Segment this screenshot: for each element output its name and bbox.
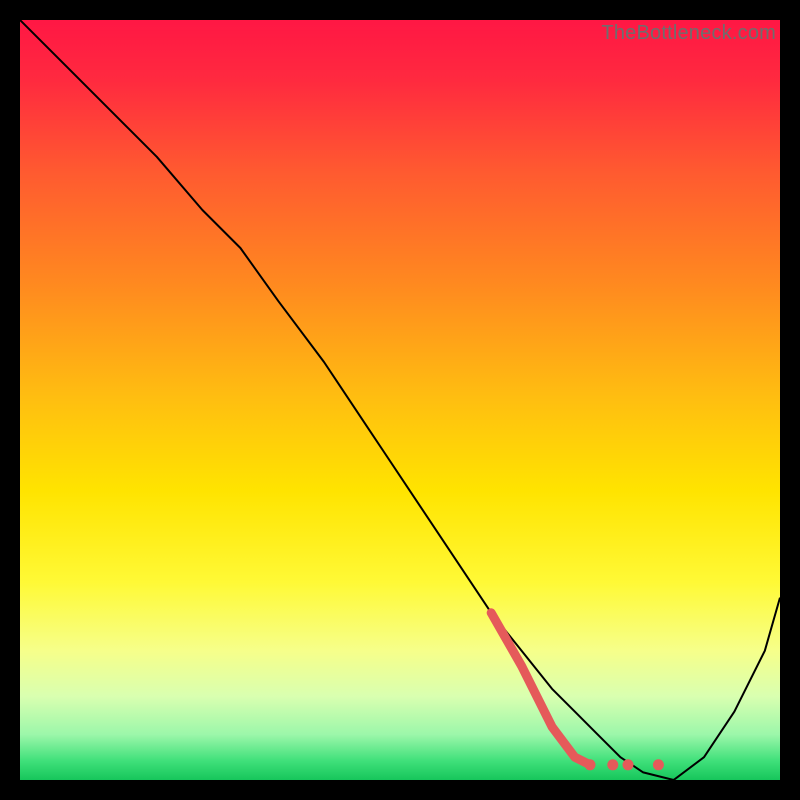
chart-svg <box>20 20 780 780</box>
marker-dot <box>623 759 634 770</box>
marker-dot <box>607 759 618 770</box>
marker-dot <box>585 759 596 770</box>
marker-dot <box>653 759 664 770</box>
plot-area: TheBottleneck.com <box>20 20 780 780</box>
chart-frame: TheBottleneck.com <box>0 0 800 800</box>
watermark-text: TheBottleneck.com <box>601 22 776 45</box>
